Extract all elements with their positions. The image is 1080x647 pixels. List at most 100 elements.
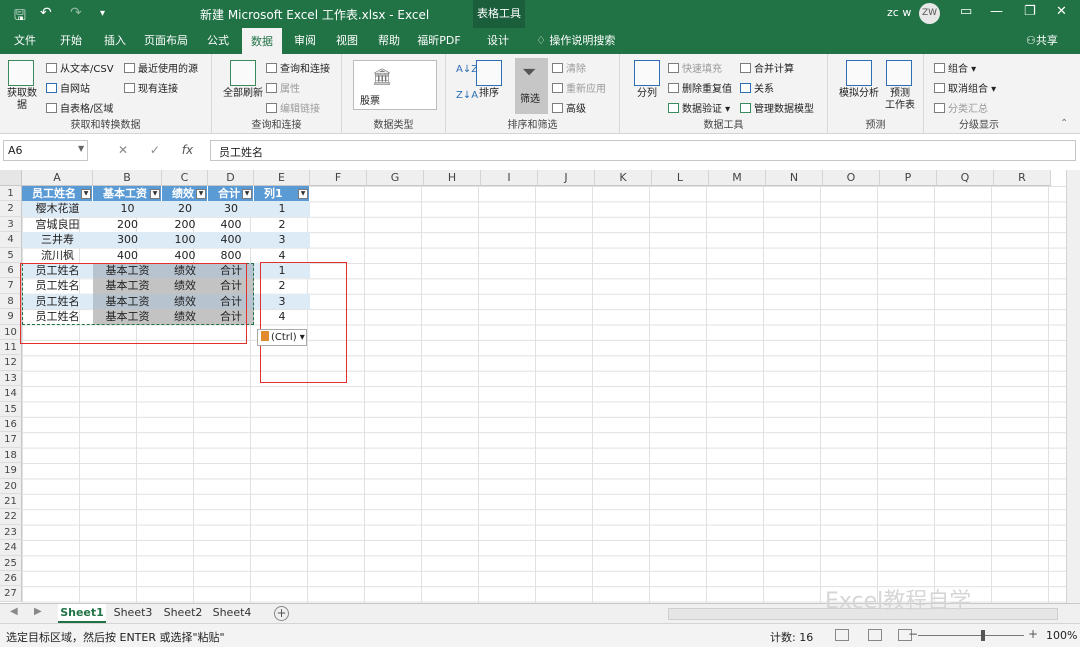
what-if-button[interactable]: 模拟分析 <box>836 88 882 100</box>
row-header-4[interactable]: 4 <box>0 232 22 248</box>
select-all-corner[interactable] <box>0 170 22 186</box>
clear-button[interactable]: 清除 <box>552 60 586 75</box>
row-header-14[interactable]: 14 <box>0 386 22 402</box>
row-header-22[interactable]: 22 <box>0 509 22 525</box>
sort-button[interactable]: 排序 <box>474 88 504 100</box>
row-header-10[interactable]: 10 <box>0 324 22 340</box>
cell-c4[interactable]: 100 <box>162 232 208 248</box>
zoom-in-icon[interactable]: + <box>1028 627 1038 641</box>
row-header-15[interactable]: 15 <box>0 401 22 417</box>
properties-button[interactable]: 属性 <box>266 80 300 95</box>
column-header-f[interactable]: F <box>310 170 367 186</box>
reapply-button[interactable]: 重新应用 <box>552 80 606 95</box>
flash-fill-button[interactable]: 快速填充 <box>668 60 722 75</box>
filter-button[interactable]: ⏷ 筛选 <box>515 58 548 114</box>
forecast-sheet-icon[interactable] <box>886 60 912 86</box>
filter-dropdown-icon[interactable]: ▼ <box>81 189 91 199</box>
row-header-23[interactable]: 23 <box>0 524 22 541</box>
row-header-8[interactable]: 8 <box>0 293 22 310</box>
prev-sheet-icon[interactable]: ◀ <box>10 606 18 617</box>
manage-data-model-button[interactable]: 管理数据模型 <box>740 100 814 115</box>
column-header-m[interactable]: M <box>709 170 766 186</box>
column-header-l[interactable]: L <box>652 170 709 186</box>
column-header-r[interactable]: R <box>994 170 1051 186</box>
page-layout-view-icon[interactable] <box>868 629 882 641</box>
from-text-csv-button[interactable]: 从文本/CSV <box>46 60 114 75</box>
row-header-13[interactable]: 13 <box>0 370 22 387</box>
sheet-tab-sheet2[interactable]: Sheet2 <box>160 604 206 623</box>
cell-e3[interactable]: 2 <box>254 217 310 232</box>
column-header-k[interactable]: K <box>595 170 652 186</box>
tab-formulas[interactable]: 公式 <box>198 28 238 54</box>
column-header-j[interactable]: J <box>538 170 595 186</box>
zoom-out-icon[interactable]: − <box>908 627 918 641</box>
row-header-16[interactable]: 16 <box>0 417 22 433</box>
close-icon[interactable]: ✕ <box>1056 4 1067 19</box>
queries-connections-button[interactable]: 查询和连接 <box>266 60 330 75</box>
tab-design[interactable]: 设计 <box>476 28 520 54</box>
refresh-all-button[interactable]: 全部刷新 <box>218 88 268 100</box>
column-header-p[interactable]: P <box>880 170 937 186</box>
sheet-tab-sheet1[interactable]: Sheet1 <box>58 604 106 623</box>
cell-b4[interactable]: 300 <box>93 232 162 248</box>
sheet-tab-sheet4[interactable]: Sheet4 <box>209 604 255 623</box>
cell-c5[interactable]: 400 <box>162 248 208 263</box>
formula-input[interactable]: 员工姓名 <box>210 140 1076 161</box>
existing-connections-button[interactable]: 现有连接 <box>124 80 178 95</box>
recent-sources-button[interactable]: 最近使用的源 <box>124 60 198 75</box>
column-header-i[interactable]: I <box>481 170 538 186</box>
restore-icon[interactable]: ❐ <box>1024 4 1036 19</box>
advanced-button[interactable]: 高级 <box>552 100 586 115</box>
row-header-17[interactable]: 17 <box>0 432 22 448</box>
column-header-o[interactable]: O <box>823 170 880 186</box>
refresh-icon[interactable] <box>230 60 256 86</box>
subtotal-button[interactable]: 分类汇总 <box>934 100 988 115</box>
tab-home[interactable]: 开始 <box>52 28 90 54</box>
sort-az-icon[interactable]: A↓Z <box>456 64 478 75</box>
share-button[interactable]: ⚇共享 <box>1026 28 1058 54</box>
cell-e2[interactable]: 1 <box>254 201 310 217</box>
paste-options-button[interactable]: (Ctrl) ▾ <box>257 329 307 346</box>
row-header-5[interactable]: 5 <box>0 247 22 263</box>
column-header-e[interactable]: E <box>254 170 310 186</box>
normal-view-icon[interactable] <box>835 629 849 641</box>
next-sheet-icon[interactable]: ▶ <box>34 606 42 617</box>
row-header-27[interactable]: 27 <box>0 586 22 602</box>
cell-a2[interactable]: 樱木花道 <box>22 201 93 217</box>
filter-dropdown-icon[interactable]: ▼ <box>242 189 252 199</box>
ribbon-display-icon[interactable]: ▭ <box>960 4 972 19</box>
tab-insert[interactable]: 插入 <box>96 28 134 54</box>
remove-duplicates-button[interactable]: 删除重复值 <box>668 80 732 95</box>
row-header-19[interactable]: 19 <box>0 463 22 479</box>
sheet-tab-sheet3[interactable]: Sheet3 <box>110 604 156 623</box>
row-header-25[interactable]: 25 <box>0 555 22 571</box>
row-header-9[interactable]: 9 <box>0 309 22 325</box>
customize-qat-icon[interactable]: ▾ <box>100 8 105 19</box>
tell-me-search[interactable]: ♢ 操作说明搜索 <box>536 28 615 54</box>
cell-c3[interactable]: 200 <box>162 217 208 232</box>
column-header-h[interactable]: H <box>424 170 481 186</box>
column-header-q[interactable]: Q <box>937 170 994 186</box>
column-header-n[interactable]: N <box>766 170 823 186</box>
forecast-sheet-button[interactable]: 预测 工作表 <box>880 88 920 112</box>
save-icon[interactable]: 🖫 <box>14 5 26 29</box>
filter-dropdown-icon[interactable]: ▼ <box>150 189 160 199</box>
get-data-button[interactable]: 获取数 据 <box>4 88 40 112</box>
filter-dropdown-icon[interactable]: ▼ <box>298 189 308 199</box>
cell-area[interactable]: 员工姓名 ▼ 基本工资 ▼ 绩效 ▼ 合计 ▼ 列1 ▼ 樱木花道 10 20 30 1 宫城良田 200 200… <box>22 186 1068 617</box>
row-header-11[interactable]: 11 <box>0 340 22 356</box>
tab-help[interactable]: 帮助 <box>370 28 408 54</box>
edit-links-button[interactable]: 编辑链接 <box>266 100 320 115</box>
row-header-3[interactable]: 3 <box>0 216 22 233</box>
cell-a3[interactable]: 宫城良田 <box>22 217 93 232</box>
cell-a5[interactable]: 流川枫 <box>22 248 93 263</box>
row-header-1[interactable]: 1 <box>0 186 22 202</box>
what-if-icon[interactable] <box>846 60 872 86</box>
tab-page-layout[interactable]: 页面布局 <box>140 28 192 54</box>
tab-foxit-pdf[interactable]: 福昕PDF <box>412 28 466 54</box>
cell-d2[interactable]: 30 <box>208 201 254 217</box>
from-table-button[interactable]: 自表格/区域 <box>46 100 113 115</box>
undo-icon[interactable]: ↶ <box>40 5 52 21</box>
cell-c2[interactable]: 20 <box>162 201 208 217</box>
redo-icon[interactable]: ↷ <box>70 5 82 21</box>
